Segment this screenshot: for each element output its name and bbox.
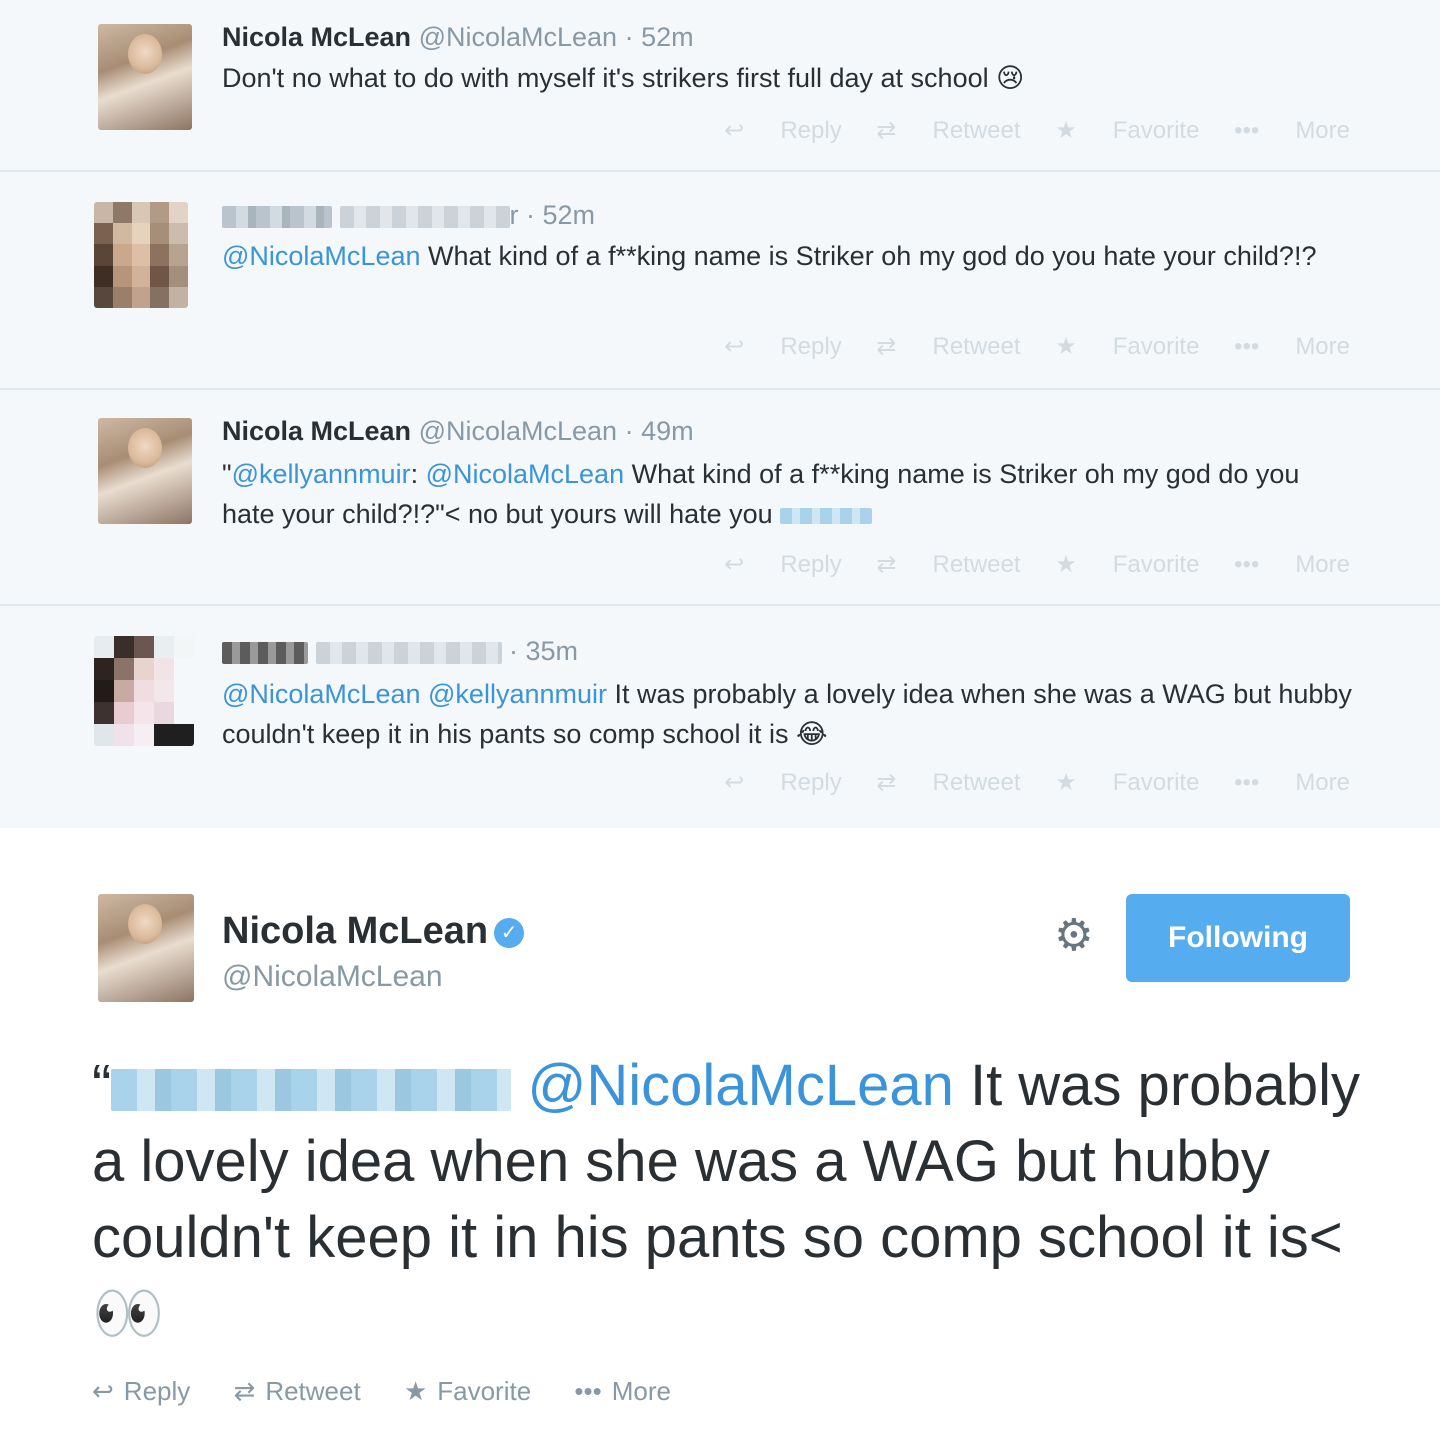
tweet-text-body: What kind of a f**king name is Striker o… (420, 241, 1317, 271)
handle-tail: r (509, 200, 519, 230)
user-name[interactable]: Nicola McLean (222, 416, 411, 446)
user-name[interactable]: Nicola McLean (222, 910, 488, 952)
tweet-header: · 35m (222, 636, 578, 667)
tweet-item[interactable]: Nicola McLean @NicolaMcLean · 52m Don't … (0, 0, 1440, 172)
more-icon: ••• (1234, 333, 1260, 360)
reply-action[interactable]: ↩ Reply (724, 117, 841, 144)
retweet-action[interactable]: ⇄ Retweet (876, 333, 1020, 360)
avatar[interactable] (98, 894, 194, 1002)
star-icon: ★ (1055, 333, 1077, 360)
mention-link[interactable]: @kellyannmuir (428, 679, 607, 709)
favorite-action[interactable]: ★ Favorite (1055, 117, 1199, 144)
tweet-text: “ @NicolaMcLean It was probably a lovely… (92, 1053, 1361, 1346)
favorite-action[interactable]: ★ Favorite (1055, 769, 1199, 796)
gear-icon[interactable]: ⚙ (1054, 910, 1093, 961)
tweet-actions: ↩ Reply ⇄ Retweet ★ Favorite ••• More (696, 768, 1350, 797)
mention-link[interactable]: @kellyannmuir (232, 459, 411, 489)
redacted-name (222, 641, 308, 664)
mention-link[interactable]: @NicolaMcLean (527, 1053, 953, 1118)
retweet-icon: ⇄ (876, 117, 897, 144)
tweet-text: Don't no what to do with myself it's str… (222, 63, 1025, 93)
tweet-header: Nicola McLean @NicolaMcLean · 52m (222, 22, 694, 53)
mention-link[interactable]: @NicolaMcLean (426, 459, 625, 489)
retweet-icon: ⇄ (876, 769, 897, 796)
redacted-handle (315, 641, 502, 664)
more-icon: ••• (1234, 117, 1260, 144)
user-handle[interactable]: @NicolaMcLean (419, 416, 618, 446)
reply-icon[interactable]: ↩ (92, 1376, 114, 1406)
tweet-text: @NicolaMcLean @kellyannmuir It was proba… (222, 674, 1352, 754)
conversation-thread: Nicola McLean @NicolaMcLean · 52m Don't … (0, 0, 1440, 828)
redacted-name (222, 205, 332, 228)
redacted-mention (111, 1068, 512, 1111)
more-icon: ••• (1234, 551, 1260, 578)
retweet-icon: ⇄ (876, 551, 897, 578)
reply-action[interactable]: ↩ Reply (724, 769, 841, 796)
tweet-item[interactable]: r · 52m @NicolaMcLean What kind of a f**… (0, 172, 1440, 390)
user-name[interactable]: Nicola McLean (222, 22, 411, 52)
retweet-action[interactable]: ⇄ Retweet (876, 551, 1020, 578)
favorite-action[interactable]: ★ Favorite (1055, 551, 1199, 578)
tweet-text: "@kellyannmuir: @NicolaMcLean What kind … (222, 459, 1300, 529)
retweet-icon[interactable]: ⇄ (234, 1376, 256, 1406)
more-action[interactable]: ••• More (1234, 769, 1350, 796)
reply-icon: ↩ (724, 117, 745, 144)
expanded-tweet: Nicola McLean ✓ @NicolaMcLean ⚙ Following… (0, 828, 1440, 1440)
star-icon: ★ (1055, 551, 1077, 578)
tweet-item[interactable]: · 35m @NicolaMcLean @kellyannmuir It was… (0, 606, 1440, 828)
following-button[interactable]: Following (1126, 894, 1350, 982)
timestamp[interactable]: · 52m (526, 200, 595, 230)
more-action[interactable]: ••• More (1234, 333, 1350, 360)
user-handle[interactable]: @NicolaMcLean (222, 960, 443, 994)
tweet-actions: ↩ Reply ⇄ Retweet ★ Favorite ••• More (696, 550, 1350, 579)
more-icon: ••• (1234, 769, 1260, 796)
retweet-action[interactable]: ⇄ Retweet (876, 769, 1020, 796)
timestamp[interactable]: · 35m (509, 636, 578, 666)
more-action[interactable]: ••• More (1234, 551, 1350, 578)
star-icon[interactable]: ★ (404, 1376, 427, 1406)
mention-link[interactable]: @NicolaMcLean (222, 241, 421, 271)
reply-action[interactable]: ↩ Reply (724, 333, 841, 360)
more-label[interactable]: More (612, 1376, 671, 1406)
tweet-item[interactable]: Nicola McLean @NicolaMcLean · 49m "@kell… (0, 390, 1440, 606)
avatar-pixelated[interactable] (94, 636, 194, 746)
reply-icon: ↩ (724, 769, 745, 796)
star-icon: ★ (1055, 769, 1077, 796)
tweet-header: r · 52m (222, 200, 595, 231)
favorite-action[interactable]: ★ Favorite (1055, 333, 1199, 360)
avatar-pixelated[interactable] (94, 202, 188, 308)
reply-icon: ↩ (724, 333, 745, 360)
more-icon[interactable]: ••• (574, 1376, 601, 1406)
redacted-handle (339, 205, 510, 228)
user-name-row[interactable]: Nicola McLean ✓ (222, 910, 525, 953)
more-action[interactable]: ••• More (1234, 117, 1350, 144)
tweet-header: Nicola McLean @NicolaMcLean · 49m (222, 416, 694, 447)
reply-label[interactable]: Reply (124, 1376, 190, 1406)
retweet-action[interactable]: ⇄ Retweet (876, 117, 1020, 144)
mention-link[interactable]: @NicolaMcLean (222, 679, 421, 709)
tweet-actions: ↩ Reply ⇄ Retweet ★ Favorite ••• More (696, 116, 1350, 145)
tweet-actions: ↩ Reply ⇄ Retweet ★ Favorite ••• More (92, 1376, 707, 1407)
favorite-label[interactable]: Favorite (437, 1376, 531, 1406)
retweet-icon: ⇄ (876, 333, 897, 360)
tweet-actions: ↩ Reply ⇄ Retweet ★ Favorite ••• More (696, 332, 1350, 361)
verified-badge-icon: ✓ (494, 918, 525, 948)
redacted-emoji (780, 507, 873, 524)
timestamp[interactable]: · 52m (625, 22, 694, 52)
avatar[interactable] (98, 418, 192, 524)
timestamp[interactable]: · 49m (625, 416, 694, 446)
tweet-text: @NicolaMcLean What kind of a f**king nam… (222, 236, 1352, 276)
star-icon: ★ (1055, 117, 1077, 144)
retweet-label[interactable]: Retweet (265, 1376, 360, 1406)
reply-action[interactable]: ↩ Reply (724, 551, 841, 578)
reply-icon: ↩ (724, 551, 745, 578)
user-handle[interactable]: @NicolaMcLean (419, 22, 618, 52)
avatar[interactable] (98, 24, 192, 130)
